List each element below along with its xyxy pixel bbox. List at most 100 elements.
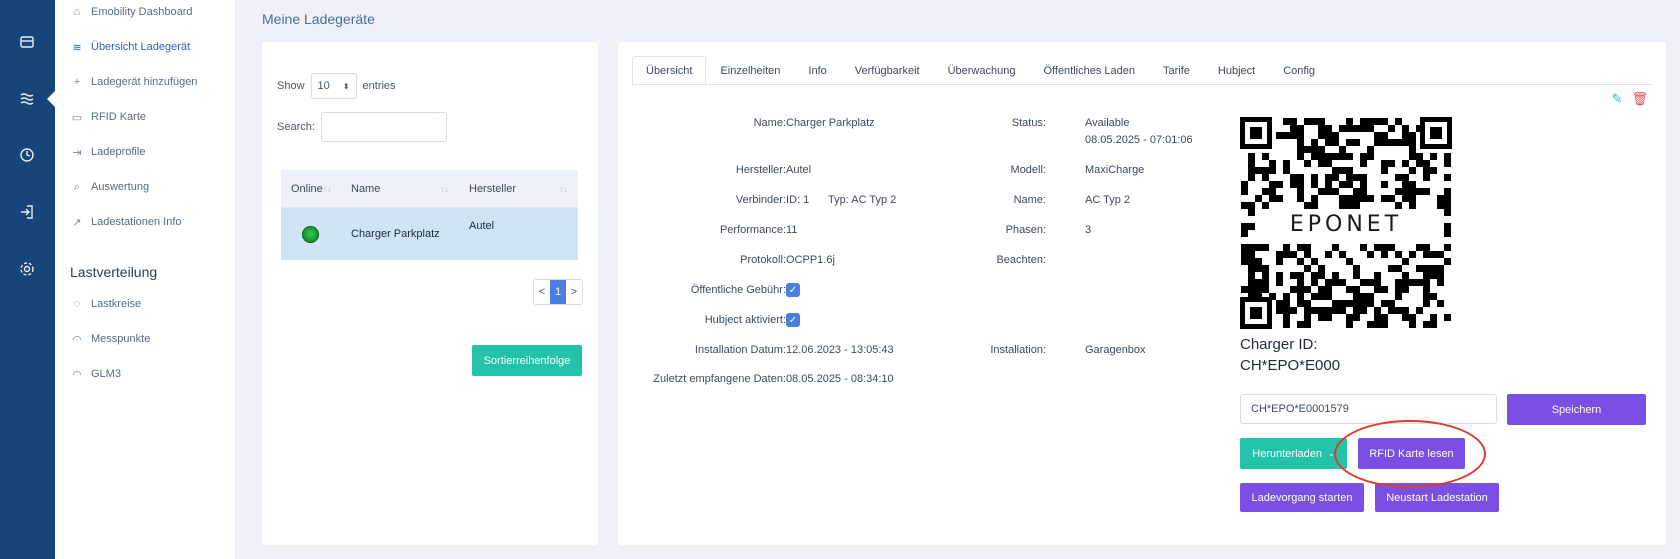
sidebar-item-label: Auswertung — [91, 181, 150, 193]
herunterladen-button[interactable]: Herunterladen ⌄ — [1240, 438, 1347, 469]
charger-table: Online ↑↓ Name ↑↓ Hersteller ↑↓ Charger Par… — [281, 170, 578, 260]
tab-einzelheiten[interactable]: Einzelheiten — [706, 56, 794, 84]
entries-select[interactable]: 10 ⬍ — [310, 73, 357, 99]
qr-brand-logo: EPONET — [1290, 212, 1402, 237]
zuletzt-label: Zuletzt empfangene Daten: — [653, 373, 786, 385]
search-label: Search: — [277, 121, 315, 133]
modell-label: Modell: — [1010, 164, 1046, 176]
beachten-label: Beachten: — [996, 254, 1046, 266]
gebuehr-checkbox[interactable]: ✓ — [786, 283, 800, 297]
sidebar-item-auswertung[interactable]: ⌕ Auswertung — [70, 177, 149, 197]
edit-actions: ✎ 🗑 — [1612, 91, 1648, 107]
card-icon: ▭ — [71, 111, 83, 124]
home-icon: ⌂ — [73, 6, 81, 18]
column-header-name[interactable]: Name ↑↓ — [341, 170, 459, 207]
sort-icon: ↑↓ — [322, 183, 332, 194]
connector-name-value: AC Typ 2 — [1085, 194, 1131, 206]
modell-value: MaxiCharge — [1085, 164, 1145, 176]
performance-value: 11 — [786, 224, 798, 236]
clock-icon[interactable] — [19, 147, 35, 163]
entries-label: entries — [362, 80, 396, 92]
phasen-label: Phasen: — [1005, 224, 1046, 236]
tab-hubject[interactable]: Hubject — [1204, 56, 1269, 84]
tab-config[interactable]: Config — [1269, 56, 1329, 84]
sort-icon: ↑↓ — [440, 183, 449, 194]
rfid-karte-lesen-button[interactable]: RFID Karte lesen — [1358, 438, 1465, 469]
search-input[interactable] — [320, 112, 447, 142]
gauge-icon: ◠ — [72, 368, 82, 381]
name-cell: Charger Parkplatz — [351, 228, 440, 240]
speichern-button[interactable]: Speichern — [1507, 394, 1646, 425]
performance-label: Performance: — [719, 224, 786, 236]
qr-code: EPONET — [1240, 117, 1452, 329]
circle-icon: ◌ — [73, 298, 81, 310]
waves-icon: ≋ — [72, 41, 82, 54]
status-value: Available — [1085, 117, 1130, 129]
login-icon[interactable] — [19, 204, 35, 220]
online-status-icon — [302, 225, 319, 243]
table-row[interactable]: Charger Parkplatz Autel — [281, 208, 578, 260]
sidebar-item-ladestationen-info[interactable]: ↗ Ladestationen Info — [70, 212, 182, 232]
tab-oeffentliches-laden[interactable]: Öffentliches Laden — [1029, 56, 1149, 84]
sidebar-item-rfid-karte[interactable]: ▭ RFID Karte — [70, 107, 146, 127]
waves-icon[interactable] — [19, 90, 35, 106]
sidebar-item-glm3[interactable]: ◠ GLM3 — [70, 364, 121, 384]
charger-list-card: Show 10 ⬍ entries Search: Online ↑↓ Name ↑… — [262, 42, 598, 545]
edit-icon[interactable]: ✎ — [1612, 91, 1623, 107]
settings-icon[interactable] — [19, 261, 35, 277]
chart-icon: ↗ — [72, 216, 82, 229]
entries-value: 10 — [317, 80, 330, 92]
hubject-label: Hubject aktiviert: — [704, 314, 786, 326]
phasen-value: 3 — [1085, 224, 1092, 236]
status-time: 08.05.2025 - 07:01:06 — [1085, 134, 1193, 146]
chevron-down-icon: ⌄ — [1328, 449, 1335, 458]
protokoll-label: Protokoll: — [740, 254, 786, 266]
ladevorgang-starten-button[interactable]: Ladevorgang starten — [1240, 483, 1364, 512]
hubject-checkbox[interactable]: ✓ — [786, 313, 800, 327]
sidebar-item-messpunkte[interactable]: ◠ Messpunkte — [70, 329, 150, 349]
trash-icon[interactable]: 🗑 — [1631, 91, 1648, 107]
tab-verfuegbarkeit[interactable]: Verfügbarkeit — [841, 56, 934, 84]
status-label: Status: — [1011, 117, 1046, 129]
prev-page-button[interactable]: < — [534, 280, 550, 304]
charger-id-input[interactable]: CH*EPO*E0001579 — [1240, 394, 1497, 424]
tab-uebersicht[interactable]: Übersicht — [632, 56, 707, 84]
sidebar-item-label: Ladestationen Info — [91, 216, 182, 228]
sidebar-item-label: Lastkreise — [91, 298, 142, 310]
sidebar-item-emobility-dashboard[interactable]: ⌂ Emobility Dashboard — [70, 2, 193, 22]
verbinder-label: Verbinder: — [735, 194, 786, 206]
tabs-divider — [632, 84, 1652, 85]
sidebar-item-label: Ladeprofile — [91, 146, 146, 158]
installation-value: Garagenbox — [1085, 344, 1146, 356]
charger-id-value: CH*EPO*E000 — [1240, 357, 1341, 374]
detail-tabs: Übersicht Einzelheiten Info Verfügbarkei… — [632, 56, 1329, 84]
zuletzt-value: 08.05.2025 - 08:34:10 — [786, 373, 894, 385]
sidebar: ⌂ Emobility Dashboard ≋ Übersicht Ladege… — [55, 0, 235, 559]
installation-datum-label: Installation Datum: — [694, 344, 786, 356]
gebuehr-label: Öffentliche Gebühr: — [690, 284, 786, 296]
connector-name-label: Name: — [1013, 194, 1046, 206]
sidebar-item-label: Ladegerät hinzufügen — [91, 76, 198, 88]
sort-icon: ↑↓ — [559, 183, 568, 194]
sidebar-item-label: Emobility Dashboard — [91, 6, 193, 18]
column-header-hersteller[interactable]: Hersteller ↑↓ — [459, 170, 578, 207]
entries-control: Show 10 ⬍ entries — [277, 73, 396, 99]
store-icon[interactable] — [19, 34, 35, 50]
sidebar-item-lastkreise[interactable]: ◌ Lastkreise — [70, 294, 141, 314]
sidebar-item-ladeprofile[interactable]: ⇥ Ladeprofile — [70, 142, 145, 162]
table-header: Online ↑↓ Name ↑↓ Hersteller ↑↓ — [281, 170, 578, 208]
column-header-online[interactable]: Online ↑↓ — [281, 170, 341, 207]
tab-ueberwachung[interactable]: Überwachung — [934, 56, 1030, 84]
sidebar-item-uebersicht-ladegeraet[interactable]: ≋ Übersicht Ladegerät — [70, 37, 190, 57]
page-1-button[interactable]: 1 — [550, 280, 566, 304]
search-icon: ⌕ — [73, 180, 81, 193]
tab-tarife[interactable]: Tarife — [1149, 56, 1204, 84]
tab-info[interactable]: Info — [794, 56, 840, 84]
search-control: Search: — [277, 112, 447, 142]
sidebar-item-label: GLM3 — [91, 368, 121, 380]
neustart-ladestation-button[interactable]: Neustart Ladestation — [1375, 483, 1499, 512]
charger-id-block: Charger ID: CH*EPO*E000 — [1240, 334, 1340, 376]
updown-icon: ⬍ — [342, 81, 350, 91]
sidebar-item-ladegeraet-hinzufuegen[interactable]: + Ladegerät hinzufügen — [70, 72, 198, 92]
verbinder-id: ID: 1 — [786, 194, 810, 206]
